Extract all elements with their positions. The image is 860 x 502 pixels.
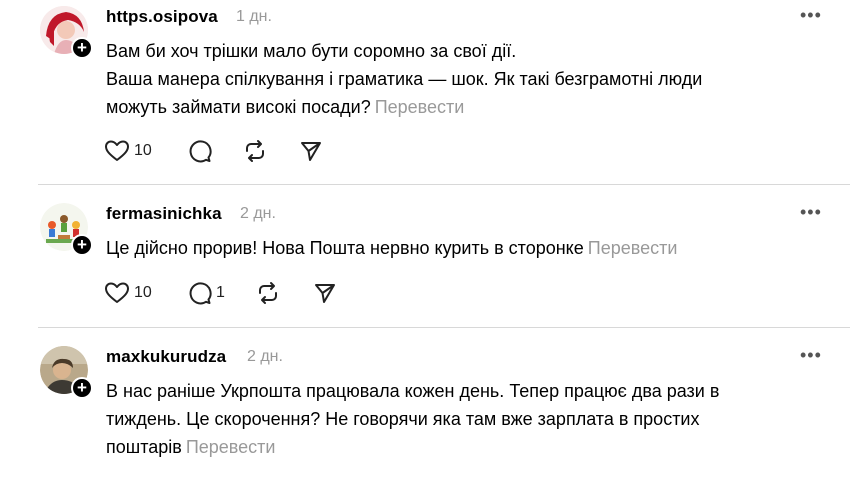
timestamp: 1 дн. — [236, 8, 272, 25]
divider — [38, 327, 850, 328]
comment-text-line: В нас раніше Укрпошта працювала кожен де… — [106, 381, 720, 401]
username[interactable]: fermasinichka — [106, 204, 222, 224]
repost-button[interactable] — [243, 137, 267, 165]
comment: + maxkukurudza 2 дн. ••• В нас раніше Ук… — [0, 340, 860, 500]
follow-button[interactable]: + — [71, 234, 93, 256]
heart-icon — [105, 140, 129, 161]
repost-button[interactable] — [256, 279, 280, 307]
like-button[interactable]: 10 — [104, 279, 152, 307]
comment-icon — [189, 140, 212, 163]
translate-link[interactable]: Перевести — [186, 437, 276, 457]
follow-button[interactable]: + — [71, 377, 93, 399]
more-options-button[interactable]: ••• — [800, 345, 824, 369]
comment-text-line: Вам би хоч трішки мало бути соромно за с… — [106, 41, 517, 61]
like-count: 10 — [134, 142, 152, 159]
send-icon — [301, 142, 321, 161]
comment-text-segment: поштарів — [106, 437, 182, 457]
send-icon — [315, 284, 335, 303]
avatar-container[interactable]: + — [40, 203, 93, 256]
timestamp: 2 дн. — [240, 205, 276, 222]
comment-text-line: тиждень. Це скорочення? Не говорячи яка … — [106, 409, 700, 429]
reply-button[interactable] — [188, 137, 212, 165]
action-bar: 10 — [104, 137, 364, 165]
comment-icon — [189, 282, 212, 305]
translate-link[interactable]: Перевести — [588, 238, 678, 258]
comment-text-line: Це дійсно прорив! Нова Пошта нервно кури… — [106, 234, 796, 262]
share-button[interactable] — [299, 137, 323, 165]
comment-text: Це дійсно прорив! Нова Пошта нервно кури… — [106, 234, 796, 262]
like-count: 10 — [134, 284, 152, 301]
username[interactable]: https.osipova — [106, 7, 218, 27]
like-button[interactable]: 10 — [104, 137, 152, 165]
username[interactable]: maxkukurudza — [106, 347, 226, 367]
comment-text: Вам би хоч трішки мало бути соромно за с… — [106, 37, 796, 121]
comment-text-line: Ваша манера спілкування і граматика — шо… — [106, 69, 703, 89]
repost-icon — [246, 140, 264, 162]
share-button[interactable] — [313, 279, 337, 307]
more-options-button[interactable]: ••• — [800, 202, 824, 226]
more-options-button[interactable]: ••• — [800, 5, 824, 29]
avatar-container[interactable]: + — [40, 6, 93, 59]
heart-icon — [105, 282, 129, 303]
reply-count: 1 — [216, 284, 225, 301]
repost-icon — [259, 282, 277, 304]
comments-feed: + https.osipova 1 дн. ••• Вам би хоч трі… — [0, 0, 860, 502]
comment-text: В нас раніше Укрпошта працювала кожен де… — [106, 377, 796, 461]
comment-text-segment: можуть займати високі посади? — [106, 97, 371, 117]
action-bar: 10 1 — [104, 279, 364, 307]
reply-button[interactable]: 1 — [188, 279, 225, 307]
comment-text-line: можуть займати високі посади? Перевести — [106, 93, 796, 121]
follow-button[interactable]: + — [71, 37, 93, 59]
comment: + https.osipova 1 дн. ••• Вам би хоч трі… — [0, 0, 860, 180]
comment-text-line: поштарів Перевести — [106, 433, 796, 461]
divider — [38, 184, 850, 185]
timestamp: 2 дн. — [247, 348, 283, 365]
comment: + fermasinichka 2 дн. ••• Це дійсно прор… — [0, 197, 860, 322]
translate-link[interactable]: Перевести — [375, 97, 465, 117]
comment-text-segment: Це дійсно прорив! Нова Пошта нервно кури… — [106, 238, 584, 258]
avatar-container[interactable]: + — [40, 346, 93, 399]
